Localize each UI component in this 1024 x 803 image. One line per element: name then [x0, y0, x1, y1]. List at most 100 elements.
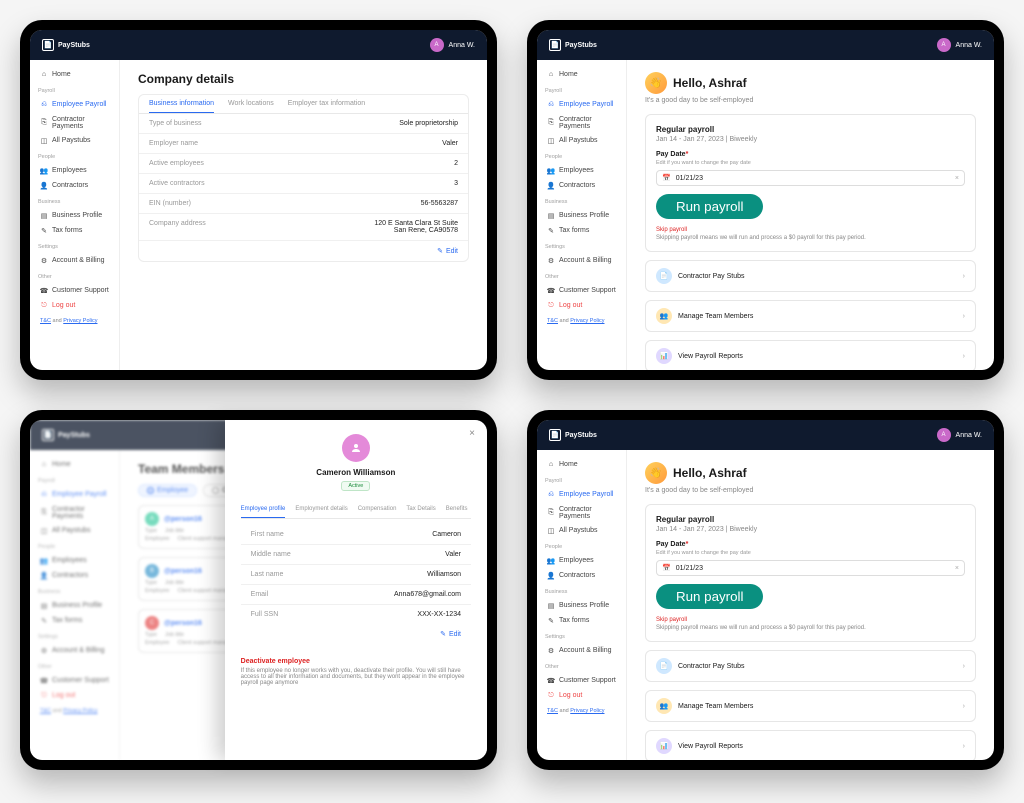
quick-view-reports[interactable]: 📊View Payroll Reports › [645, 340, 976, 370]
nav-logout[interactable]: ⎋Log out [543, 689, 620, 702]
nav-employees[interactable]: 👥Employees [543, 164, 620, 177]
nav-home[interactable]: ⌂Home [543, 458, 620, 471]
privacy-link[interactable]: Privacy Policy [570, 318, 604, 324]
clear-icon[interactable]: × [955, 565, 959, 572]
nav-account-billing[interactable]: ⚙Account & Billing [36, 254, 113, 267]
nav-contractors[interactable]: 👤Contractors [543, 179, 620, 192]
skip-payroll-link[interactable]: Skip payroll [656, 617, 965, 623]
tab-work-locations[interactable]: Work locations [228, 95, 274, 113]
privacy-link[interactable]: Privacy Policy [63, 318, 97, 324]
business-icon: ▤ [547, 212, 555, 220]
deactivate-title[interactable]: Deactivate employee [241, 658, 471, 665]
nav-employee-payroll[interactable]: ⎌Employee Payroll [543, 488, 620, 501]
run-payroll-button[interactable]: Run payroll [656, 584, 763, 609]
nav-business-profile[interactable]: ▤Business Profile [543, 209, 620, 222]
nav-contractor-payments[interactable]: ⎘Contractor Payments [543, 113, 620, 132]
tab-tax-details[interactable]: Tax Details [406, 501, 435, 518]
paydate-input[interactable]: 📅 01/21/23 × [656, 560, 965, 576]
nav-label: Log out [559, 692, 582, 699]
nav-tax-forms[interactable]: ✎Tax forms [543, 224, 620, 237]
topbar: 📄PayStubs AAnna W. [537, 420, 994, 450]
quick-manage-team[interactable]: 👥Manage Team Members › [645, 300, 976, 332]
detail-row: Last nameWilliamson [241, 565, 471, 585]
nav-home[interactable]: ⌂Home [543, 68, 620, 81]
run-payroll-button[interactable]: Run payroll [656, 194, 763, 219]
nav-tax-forms[interactable]: ✎ Tax forms [543, 614, 620, 627]
tab-employment-details[interactable]: Employment details [295, 501, 347, 518]
nav-business-profile[interactable]: ▤Business Profile [36, 209, 113, 222]
nav-logout[interactable]: ⎋Log out [543, 299, 620, 312]
tab-employee-profile[interactable]: Employee profile [241, 501, 286, 518]
edit-button[interactable]: ✎Edit [241, 624, 471, 644]
nav-customer-support[interactable]: ☎Customer Support [36, 284, 113, 297]
nav-customer-support[interactable]: ☎Customer Support [543, 674, 620, 687]
nav-home[interactable]: ⌂ Home [36, 68, 113, 81]
tax-icon: ✎ [547, 617, 555, 625]
nav-customer-support[interactable]: ☎Customer Support [543, 284, 620, 297]
nav-label: Log out [52, 302, 75, 309]
sidebar: ⌂ Home Payroll ⎌Employee Payroll ⎘Contra… [30, 60, 120, 370]
tab-compensation[interactable]: Compensation [358, 501, 397, 518]
skip-desc: Skipping payroll means we will run and p… [656, 235, 965, 241]
nav-logout[interactable]: ⎋Log out [36, 299, 113, 312]
nav-label: Employees [559, 557, 594, 564]
page-title: Company details [138, 72, 469, 86]
nav-employee-payroll: ⎌Employee Payroll [36, 488, 113, 501]
close-icon[interactable]: × [469, 428, 475, 439]
footer-legal: T&C and Privacy Policy [36, 314, 113, 328]
nav-contractors[interactable]: 👤Contractors [36, 179, 113, 192]
skip-payroll-link[interactable]: Skip payroll [656, 227, 965, 233]
nav-employee-payroll[interactable]: ⎌Employee Payroll [36, 98, 113, 111]
top-user[interactable]: AAnna W. [937, 38, 982, 52]
chevron-right-icon: › [963, 313, 965, 320]
payroll-period: Jan 14 - Jan 27, 2023 [656, 526, 724, 533]
avatar: A [430, 38, 444, 52]
tab-employer-tax[interactable]: Employer tax information [288, 95, 365, 113]
tab-business-info[interactable]: Business information [149, 95, 214, 113]
required-icon: * [686, 151, 689, 158]
nav-contractors[interactable]: 👤Contractors [543, 569, 620, 582]
edit-button[interactable]: ✎ Edit [139, 241, 468, 261]
top-user[interactable]: A Anna W. [430, 38, 475, 52]
tc-link[interactable]: T&C [547, 708, 558, 714]
section-title: Payroll [545, 88, 620, 94]
nav-label: Employee Payroll [559, 101, 613, 108]
nav-account-billing[interactable]: ⚙Account & Billing [543, 644, 620, 657]
paystubs-icon: ◫ [547, 527, 555, 535]
employees-icon: 👥 [547, 167, 555, 175]
quick-label: Contractor Pay Stubs [678, 273, 745, 280]
nav-employee-payroll[interactable]: ⎌Employee Payroll [543, 98, 620, 111]
tc-link[interactable]: T&C [40, 318, 51, 324]
nav-business-profile[interactable]: ▤Business Profile [543, 599, 620, 612]
nav-contractor-payments[interactable]: ⎘Contractor Payments [543, 503, 620, 522]
nav-employees[interactable]: 👥Employees [543, 554, 620, 567]
main-content: Hello, Ashraf It's a good day to be self… [627, 60, 994, 370]
nav-label: All Paystubs [52, 137, 91, 144]
home-icon: ⌂ [547, 71, 555, 79]
nav-account-billing: ⚙Account & Billing [36, 644, 113, 657]
employee-avatar-icon [342, 434, 370, 462]
quick-contractor-paystubs[interactable]: 📄Contractor Pay Stubs › [645, 260, 976, 292]
section-title: Payroll [38, 88, 113, 94]
nav-tax-forms[interactable]: ✎Tax forms [36, 224, 113, 237]
tab-benefits[interactable]: Benefits [446, 501, 468, 518]
paydate-input[interactable]: 📅 01/21/23 × [656, 170, 965, 186]
top-user[interactable]: AAnna W. [937, 428, 982, 442]
quick-contractor-paystubs[interactable]: 📄Contractor Pay Stubs › [645, 650, 976, 682]
logo-icon: 📄 [42, 429, 54, 441]
sidebar: ⌂Home Payroll ⎌Employee Payroll ⎘Contrac… [537, 450, 627, 760]
nav-all-paystubs[interactable]: ◫All Paystubs [543, 524, 620, 537]
nav-tax-forms: ✎Tax forms [36, 614, 113, 627]
quick-manage-team[interactable]: 👥Manage Team Members › [645, 690, 976, 722]
detail-row: EmailAnna678@gmail.com [241, 585, 471, 605]
clear-icon[interactable]: × [955, 175, 959, 182]
nav-all-paystubs[interactable]: ◫All Paystubs [36, 134, 113, 147]
quick-view-reports[interactable]: 📊View Payroll Reports › [645, 730, 976, 760]
tc-link[interactable]: T&C [547, 318, 558, 324]
nav-contractor-payments[interactable]: ⎘Contractor Payments [36, 113, 113, 132]
nav-account-billing[interactable]: ⚙Account & Billing [543, 254, 620, 267]
nav-label: Tax forms [559, 617, 589, 624]
privacy-link[interactable]: Privacy Policy [570, 708, 604, 714]
nav-all-paystubs[interactable]: ◫All Paystubs [543, 134, 620, 147]
nav-employees[interactable]: 👥Employees [36, 164, 113, 177]
